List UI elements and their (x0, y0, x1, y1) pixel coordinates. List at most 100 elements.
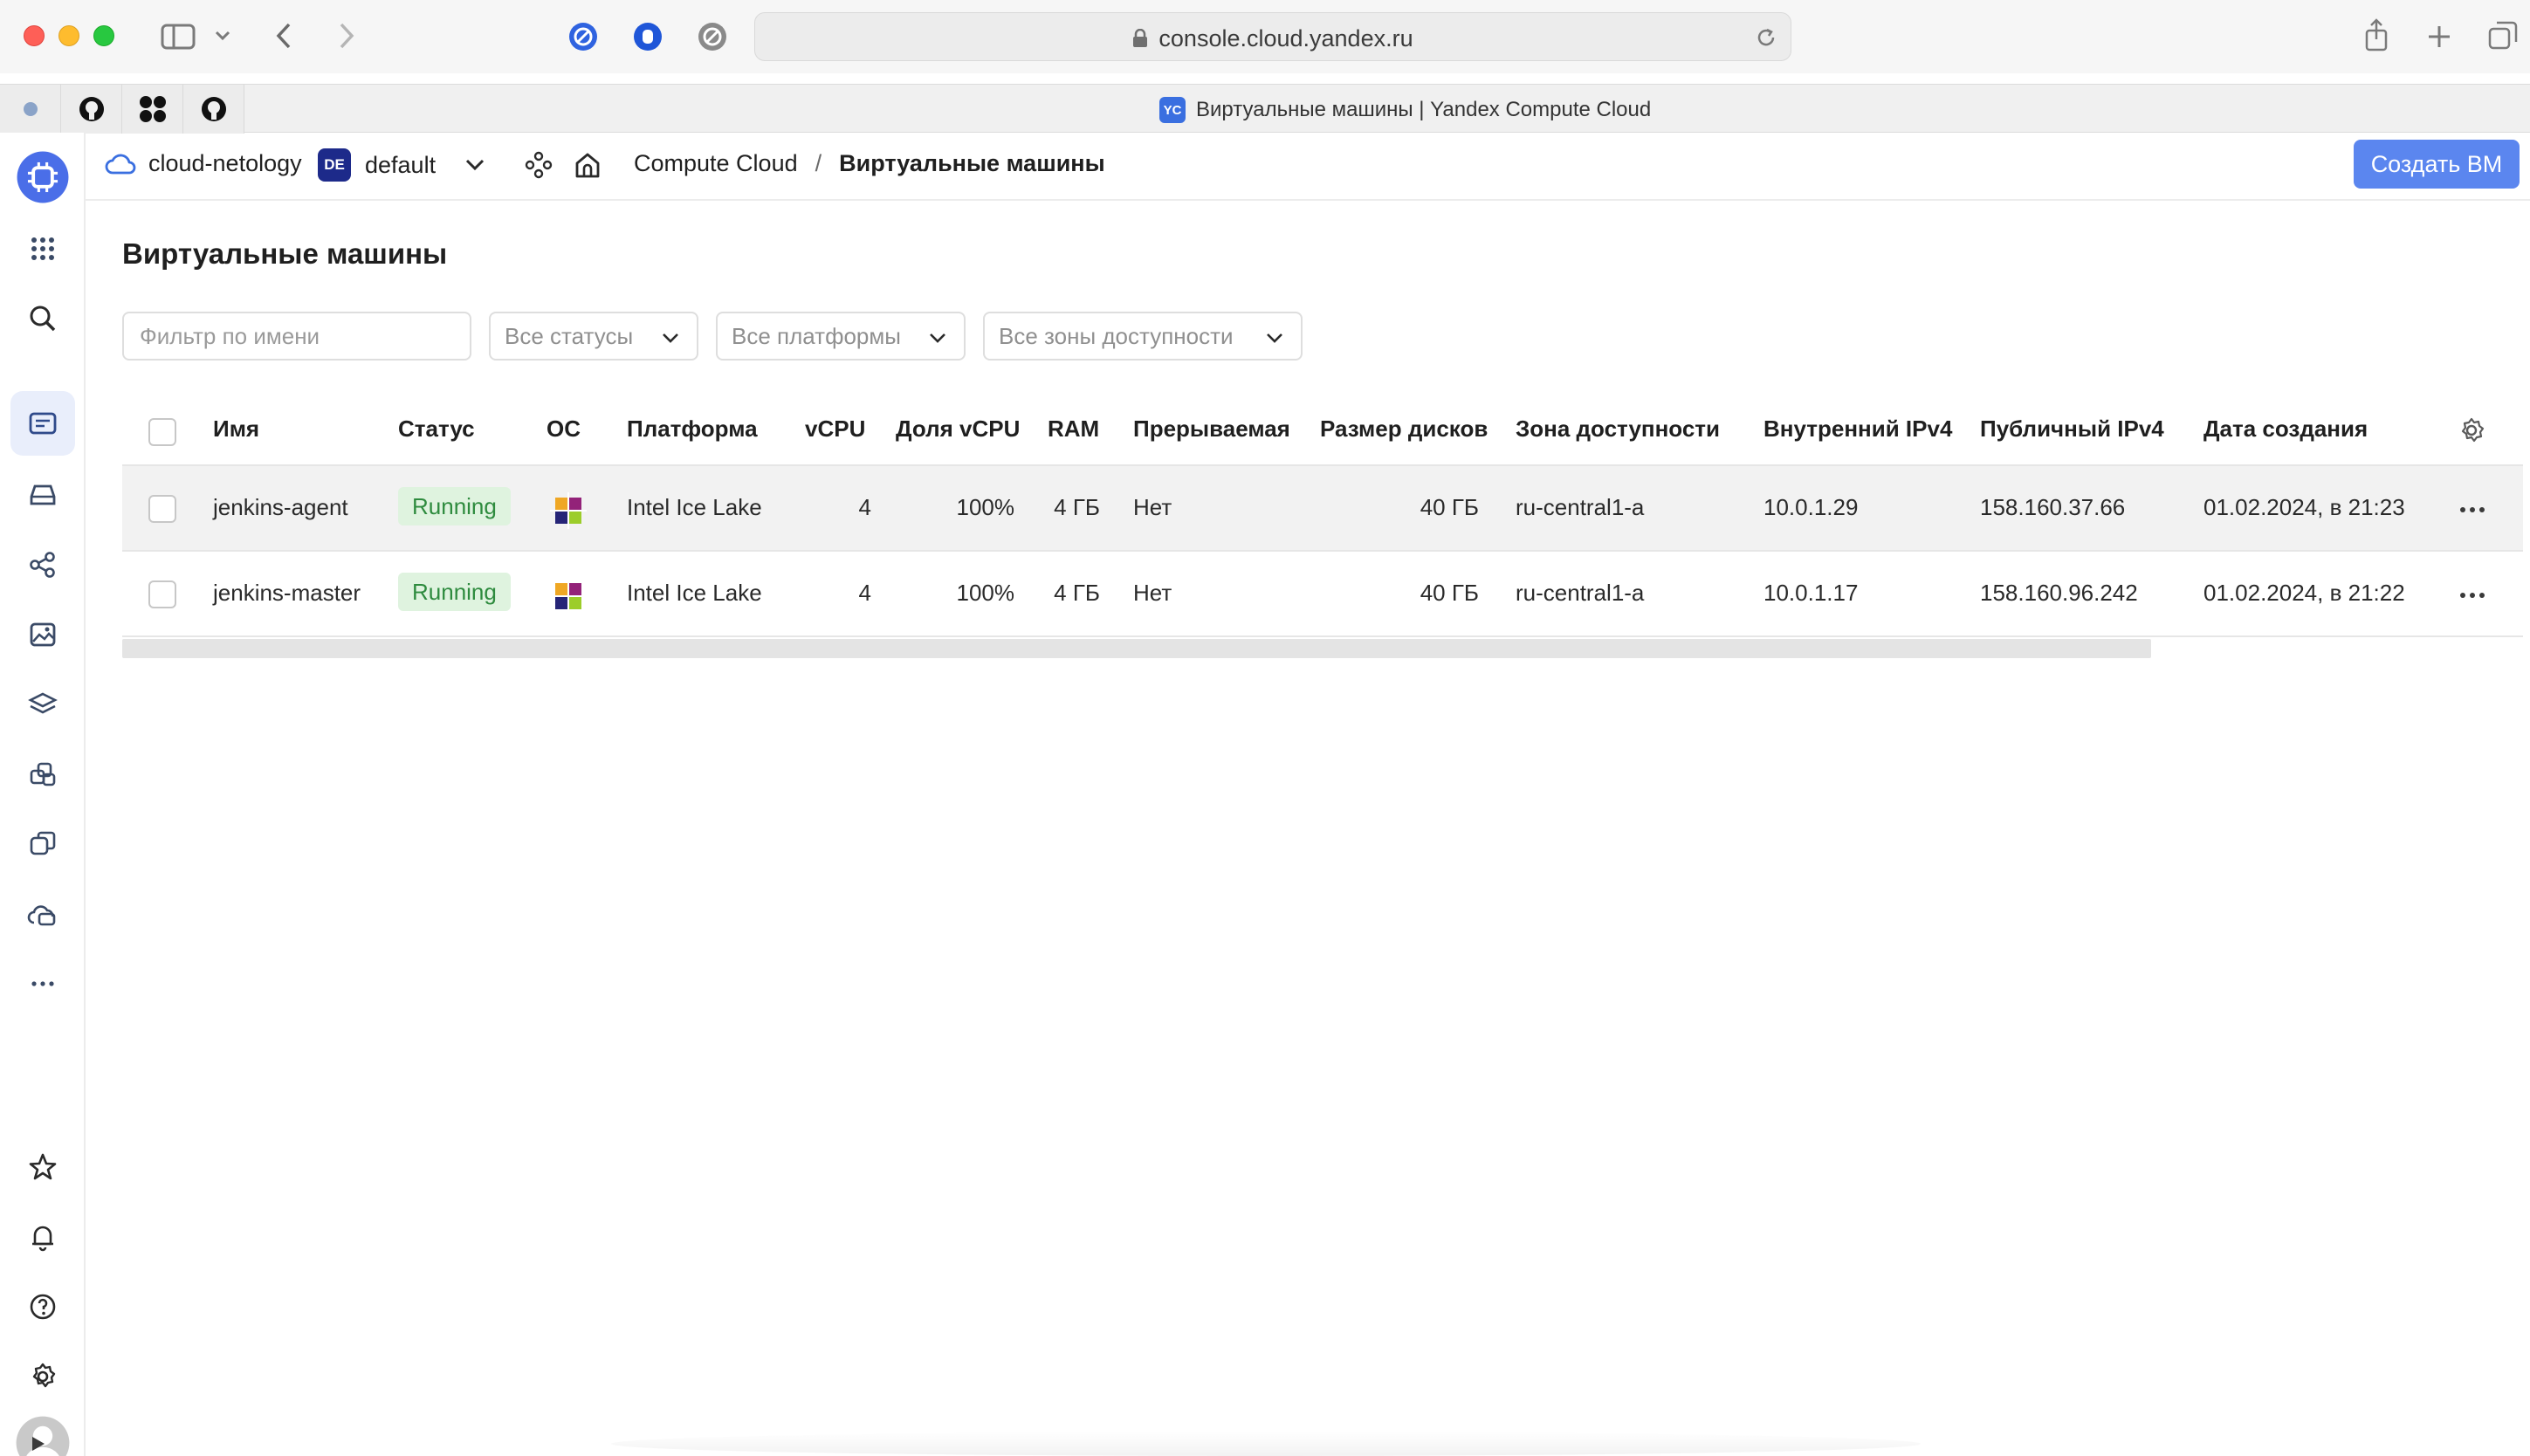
column-header-name[interactable]: Имя (213, 416, 259, 443)
disks-nav-button[interactable] (10, 463, 75, 527)
column-header-status[interactable]: Статус (398, 416, 475, 443)
column-header-platform[interactable]: Платформа (627, 416, 758, 443)
sidebar-toggle-icon[interactable] (159, 21, 197, 52)
notifications-button[interactable] (10, 1205, 75, 1269)
vm-preemptible: Нет (1133, 494, 1172, 520)
vm-disk-size: 40 ГБ (1420, 580, 1479, 606)
column-header-public-ip[interactable]: Публичный IPv4 (1980, 416, 2164, 443)
page-title: Виртуальные машины (122, 237, 448, 270)
centos-icon (547, 574, 590, 622)
file-storage-nav-button[interactable] (10, 812, 75, 876)
share-icon[interactable] (2361, 17, 2392, 52)
zone-filter-select[interactable]: Все зоны доступности (983, 312, 1303, 361)
row-actions-button[interactable] (2455, 578, 2490, 613)
favorites-button[interactable] (10, 1135, 75, 1199)
row-actions-button[interactable] (2455, 492, 2490, 527)
extension-blue-icon[interactable] (567, 21, 599, 52)
grid-app-icon (139, 96, 166, 122)
column-header-disk-size[interactable]: Размер дисков (1320, 416, 1488, 443)
status-badge: Running (398, 487, 511, 525)
column-header-zone[interactable]: Зона доступности (1516, 416, 1720, 443)
table-settings-button[interactable] (2457, 416, 2488, 447)
vm-name[interactable]: jenkins-agent (213, 494, 348, 521)
star-icon (29, 1153, 57, 1180)
chevron-down-icon (466, 159, 485, 171)
placement-groups-nav-button[interactable] (10, 532, 75, 597)
expand-rail-button[interactable] (24, 1432, 51, 1456)
hand-extension-icon[interactable] (632, 21, 663, 52)
horizontal-scrollbar[interactable] (122, 639, 2151, 658)
column-header-core-fraction[interactable]: Доля vCPU (896, 416, 1020, 443)
more-nav-button[interactable] (10, 951, 75, 1016)
gpu-clusters-nav-button[interactable] (10, 882, 75, 946)
instance-groups-nav-button[interactable] (10, 742, 75, 807)
close-window-button[interactable] (24, 25, 45, 46)
status-badge: Running (398, 573, 511, 611)
help-button[interactable] (10, 1274, 75, 1339)
name-filter-input[interactable] (122, 312, 471, 361)
table-row[interactable]: jenkins-master Running Intel Ice Lake 4 … (122, 552, 2523, 637)
image-icon (30, 622, 56, 647)
pinned-tab-github-1[interactable] (61, 85, 122, 134)
address-bar[interactable]: console.cloud.yandex.ru (754, 12, 1791, 61)
snapshots-nav-button[interactable] (10, 672, 75, 737)
services-map-button[interactable] (524, 150, 553, 180)
zoom-window-button[interactable] (93, 25, 114, 46)
create-vm-button[interactable]: Создать ВМ (2354, 140, 2520, 189)
column-header-created[interactable]: Дата создания (2203, 416, 2368, 443)
more-horizontal-icon (2460, 593, 2485, 598)
breadcrumb-service-link[interactable]: Compute Cloud (634, 150, 798, 177)
play-triangle-icon (32, 1437, 45, 1451)
row-checkbox[interactable] (148, 495, 176, 523)
chevron-down-icon[interactable] (213, 26, 232, 45)
browser-toolbar: console.cloud.yandex.ru (0, 0, 2530, 73)
pinned-tab-app[interactable] (122, 85, 183, 134)
tab-title: Виртуальные машины | Yandex Compute Clou… (1196, 98, 1652, 121)
compute-service-button[interactable] (10, 145, 75, 209)
pinned-tab-yandex[interactable] (0, 85, 61, 134)
column-header-os[interactable]: ОС (547, 416, 581, 443)
tab-overview-icon[interactable] (2486, 19, 2520, 52)
vm-disk-size: 40 ГБ (1420, 494, 1479, 520)
platform-filter-select[interactable]: Все платформы (716, 312, 966, 361)
back-icon[interactable] (271, 19, 297, 52)
column-header-ram[interactable]: RAM (1048, 416, 1099, 443)
vm-platform: Intel Ice Lake (627, 580, 762, 606)
cloud-selector[interactable]: cloud-netology (105, 150, 302, 177)
blocker-extension-icon[interactable] (697, 21, 728, 52)
platform-filter-value: Все платформы (732, 322, 901, 349)
row-checkbox[interactable] (148, 580, 176, 608)
github-icon (79, 97, 104, 121)
images-nav-button[interactable] (10, 602, 75, 667)
active-tab[interactable]: YC Виртуальные машины | Yandex Compute C… (1159, 97, 1651, 123)
minimize-window-button[interactable] (58, 25, 79, 46)
all-services-button[interactable] (10, 216, 75, 281)
share-nodes-icon (30, 552, 55, 578)
disk-icon (30, 484, 56, 505)
url-text: console.cloud.yandex.ru (1158, 25, 1413, 52)
vm-name[interactable]: jenkins-master (213, 580, 361, 607)
home-button[interactable] (573, 150, 602, 180)
search-icon (30, 306, 56, 332)
new-tab-icon[interactable] (2423, 21, 2455, 52)
column-header-vcpu[interactable]: vCPU (805, 416, 865, 443)
select-all-checkbox[interactable] (148, 418, 176, 446)
column-header-preemptible[interactable]: Прерываемая (1133, 416, 1290, 443)
folder-badge: DE (318, 148, 351, 182)
forward-icon[interactable] (333, 19, 360, 52)
virtual-machines-nav-button[interactable] (10, 391, 75, 456)
bell-icon (32, 1226, 53, 1252)
search-button[interactable] (10, 286, 75, 351)
chevron-down-icon (1267, 333, 1282, 343)
pinned-tab-github-2[interactable] (183, 85, 244, 134)
cloud-icon (105, 154, 136, 174)
settings-button[interactable] (10, 1344, 75, 1409)
column-header-internal-ip[interactable]: Внутренний IPv4 (1763, 416, 1952, 443)
status-filter-select[interactable]: Все статусы (489, 312, 698, 361)
chevron-down-icon (930, 333, 945, 343)
table-row[interactable]: jenkins-agent Running Intel Ice Lake 4 1… (122, 466, 2523, 552)
breadcrumb-current: Виртуальные машины (839, 150, 1105, 176)
reload-icon[interactable] (1754, 25, 1778, 50)
folder-selector[interactable]: DE default (318, 148, 485, 182)
more-horizontal-icon (31, 981, 54, 986)
